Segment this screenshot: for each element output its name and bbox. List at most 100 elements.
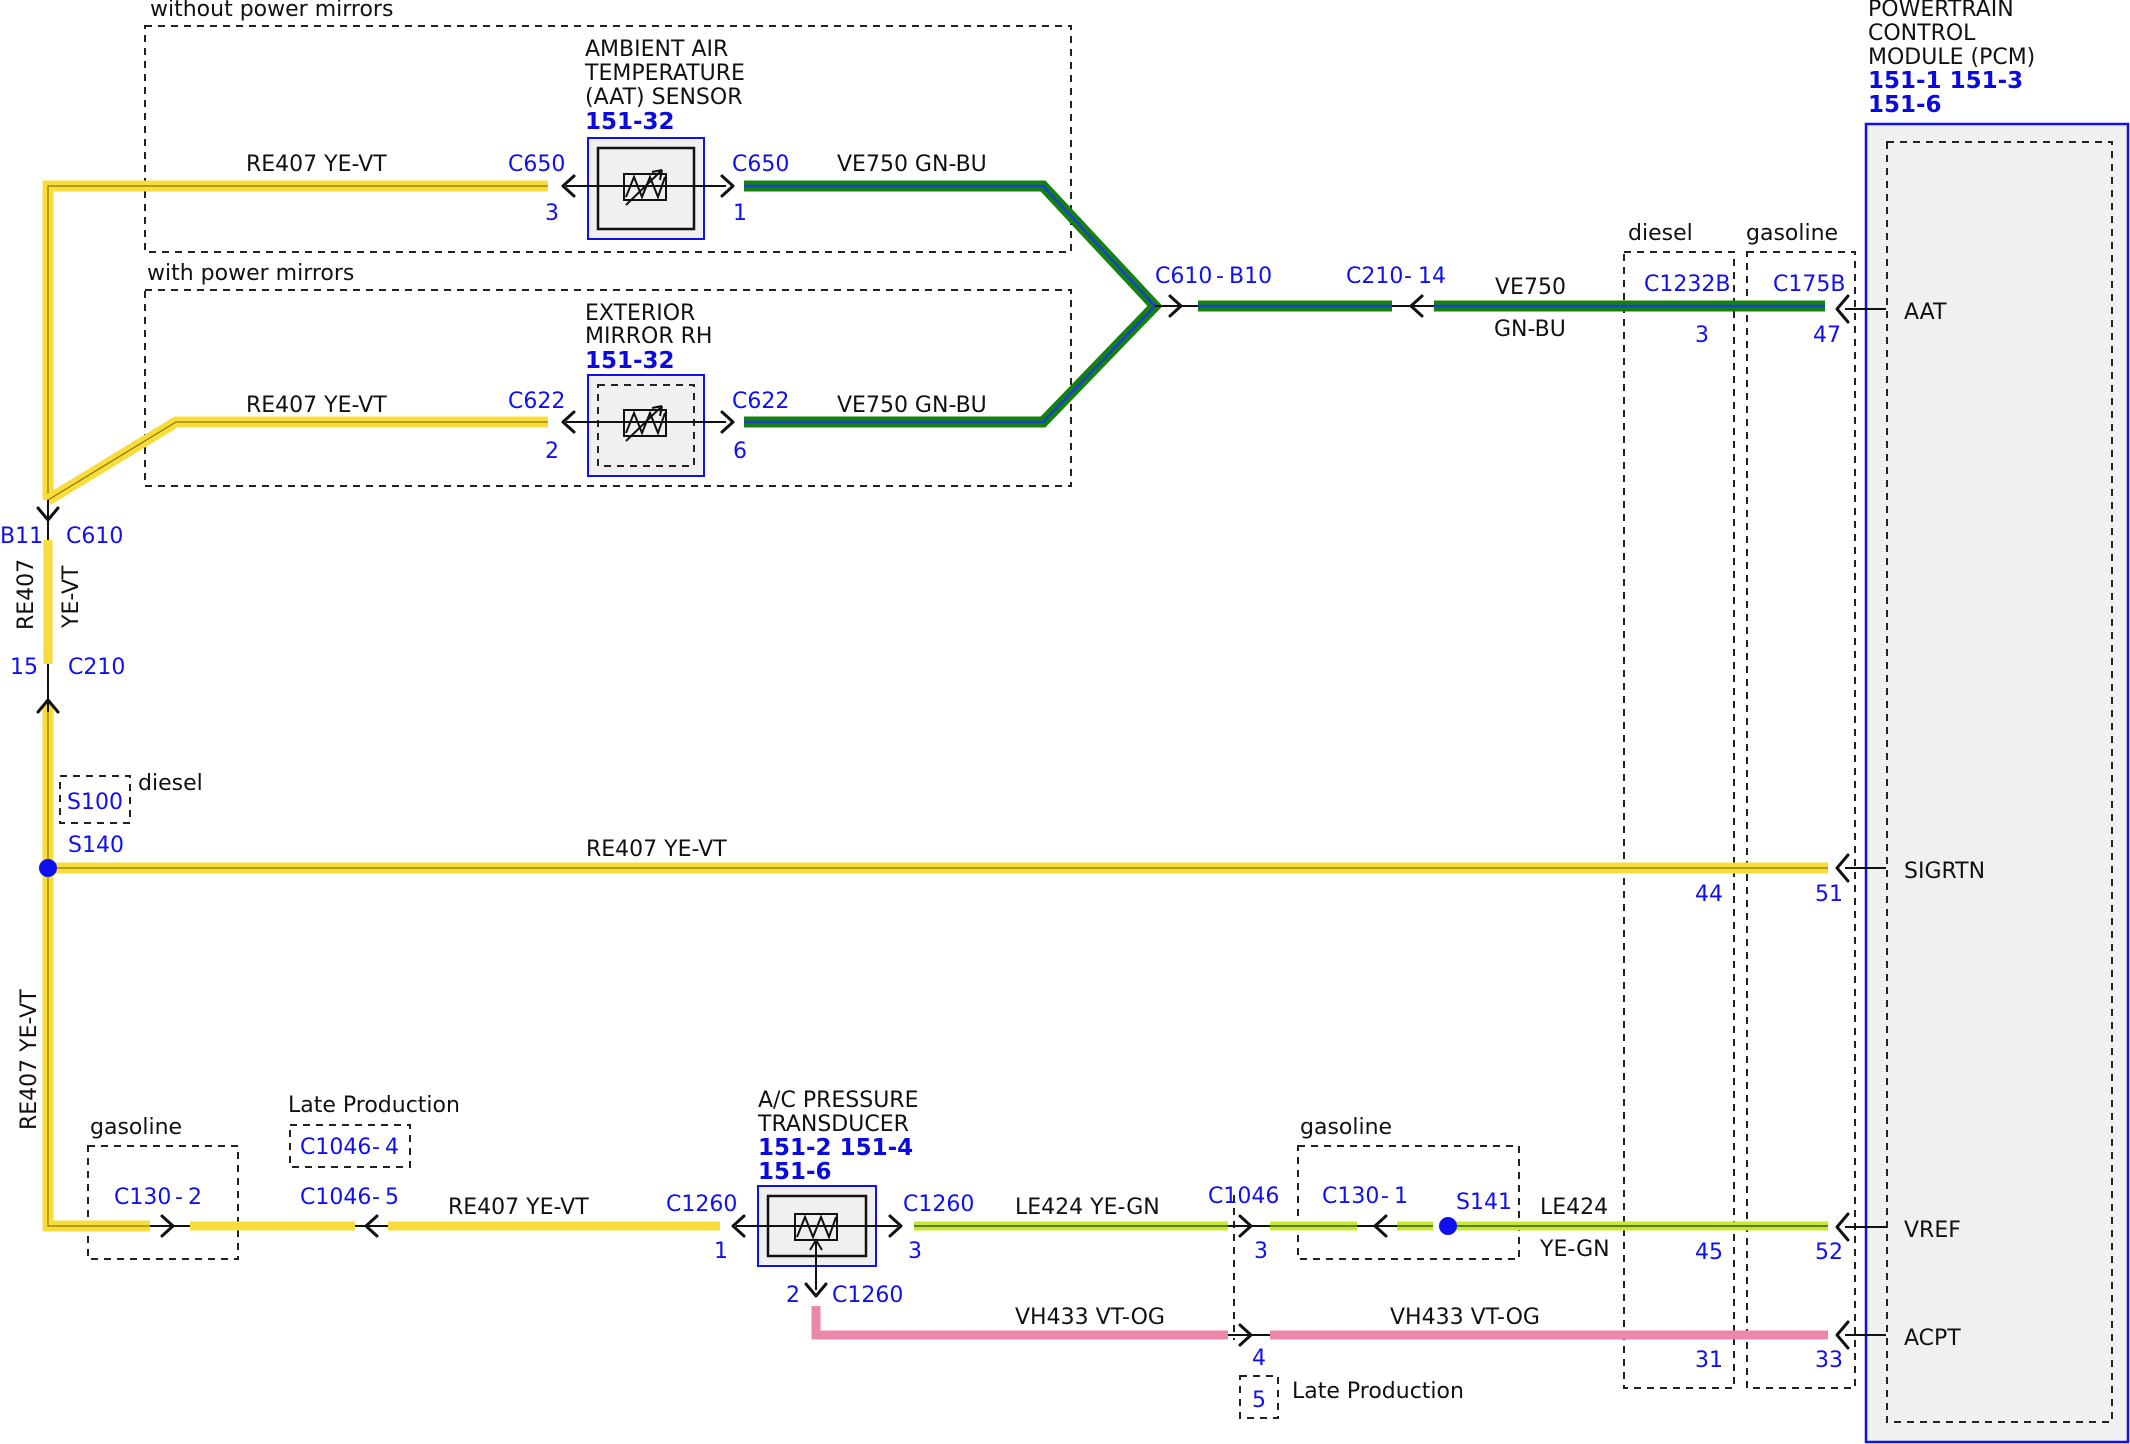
pcm-pin-acpt: ACPT: [1904, 1326, 1961, 1351]
c1260-bottom-label[interactable]: C1260: [832, 1283, 903, 1308]
c1046-5-pin: 5: [385, 1185, 399, 1210]
pin44-label: 44: [1695, 882, 1723, 907]
wire-label-re407-sigrtn: RE407 YE-VT: [586, 837, 727, 862]
late-production-label: Late Production: [288, 1093, 460, 1118]
c1046-5-dash: -: [372, 1185, 380, 1210]
diesel-option-box: [1623, 251, 1735, 1389]
c130-1-dash: -: [1381, 1184, 1389, 1209]
c210-14-pin: 14: [1418, 264, 1446, 289]
wire-label-vh433-left: VH433 VT-OG: [1015, 1305, 1165, 1330]
c130-2-pin: 2: [188, 1185, 202, 1210]
c175b-pin-aat: 47: [1813, 323, 1841, 348]
late-production-pin5: 5: [1252, 1388, 1266, 1413]
pin33-label: 33: [1815, 1348, 1843, 1373]
pcm-name-line1: POWERTRAIN: [1868, 0, 2014, 22]
s100-diesel-label: diesel: [138, 771, 203, 796]
aat-sensor[interactable]: [566, 137, 726, 240]
wire-label-re407-top: RE407 YE-VT: [246, 152, 387, 177]
with-power-mirrors-label: with power mirrors: [147, 261, 354, 286]
c1046-pin4: 4: [1252, 1346, 1266, 1371]
wire-label-re407-lower-vertical: RE407 YE-VT: [17, 989, 42, 1130]
c1046-4-conn[interactable]: C1046: [300, 1135, 371, 1160]
wire-label-vh433-right: VH433 VT-OG: [1390, 1305, 1540, 1330]
pcm-name-line2: CONTROL: [1868, 21, 1976, 46]
without-power-mirrors-label: without power mirrors: [150, 0, 393, 22]
c622-left-pin: 2: [545, 439, 559, 464]
pcm-name-line3: MODULE (PCM): [1868, 45, 2035, 70]
c175b-label[interactable]: C175B: [1773, 272, 1845, 297]
wire-label-ve750-color: GN-BU: [1494, 317, 1566, 342]
splice-s140[interactable]: [39, 859, 57, 877]
pcm-ref-line1[interactable]: 151-1 151-3: [1868, 68, 2023, 94]
c610-b10-conn[interactable]: C610: [1155, 264, 1212, 289]
c1260-bottom-pin: 2: [786, 1283, 800, 1308]
pin51-label: 51: [1815, 882, 1843, 907]
ac-transducer-ref-line1[interactable]: 151-2 151-4: [758, 1135, 913, 1161]
wiring-diagram: without power mirrors with power mirrors…: [0, 0, 2130, 1444]
gasoline-option-label: gasoline: [1746, 221, 1838, 246]
c610-b10-pin: B10: [1229, 264, 1272, 289]
wire-label-re407-mirror: RE407 YE-VT: [246, 393, 387, 418]
wire-label-le424-code: LE424: [1540, 1195, 1608, 1220]
c1260-right-label[interactable]: C1260: [903, 1192, 974, 1217]
c650-right-label[interactable]: C650: [732, 152, 789, 177]
pin45-label: 45: [1695, 1240, 1723, 1265]
pin31-label: 31: [1695, 1348, 1723, 1373]
c130-2-dash: -: [175, 1185, 183, 1210]
c650-left-label[interactable]: C650: [508, 152, 565, 177]
wire-label-ve750-mirror: VE750 GN-BU: [837, 393, 987, 418]
c1046-pin3: 3: [1254, 1239, 1268, 1264]
wire-label-re407-vertical-code: RE407: [14, 559, 39, 630]
s100-label: S100: [67, 790, 123, 815]
wire-label-le424-left: LE424 YE-GN: [1015, 1195, 1160, 1220]
c1046-4-dash: -: [372, 1135, 380, 1160]
aat-sensor-ref[interactable]: 151-32: [585, 109, 675, 135]
pcm-pin-aat: AAT: [1904, 300, 1947, 325]
c130-1-conn[interactable]: C130: [1322, 1184, 1379, 1209]
wire-label-ve750-top: VE750 GN-BU: [837, 152, 987, 177]
c130-2-conn[interactable]: C130: [114, 1185, 171, 1210]
aat-sensor-name-line2: TEMPERATURE: [584, 61, 745, 86]
pin52-label: 52: [1815, 1240, 1843, 1265]
wire-vh433: [811, 1306, 1828, 1340]
c1046-label[interactable]: C1046: [1208, 1184, 1279, 1209]
c1260-left-pin: 1: [714, 1239, 728, 1264]
s140-label[interactable]: S140: [68, 833, 124, 858]
c1260-left-label[interactable]: C1260: [666, 1192, 737, 1217]
wire-label-ve750-code: VE750: [1495, 275, 1566, 300]
c622-left-label[interactable]: C622: [508, 389, 565, 414]
wire-label-le424-color: YE-GN: [1539, 1237, 1610, 1262]
c610-b10-dash: -: [1216, 264, 1224, 289]
wire-label-re407-bottom: RE407 YE-VT: [448, 1195, 589, 1220]
c1260-right-pin: 3: [908, 1239, 922, 1264]
c1046-4-pin: 4: [385, 1135, 399, 1160]
c210-14-dash: -: [1404, 264, 1412, 289]
s141-label[interactable]: S141: [1456, 1190, 1512, 1215]
pcm-ref-line2[interactable]: 151-6: [1868, 92, 1942, 118]
splice-s141[interactable]: [1439, 1217, 1457, 1235]
ac-transducer-name-line1: A/C PRESSURE: [758, 1088, 919, 1113]
aat-sensor-name-line3: (AAT) SENSOR: [585, 85, 743, 110]
c210-label[interactable]: C210: [68, 655, 125, 680]
c130-1-pin: 1: [1394, 1184, 1408, 1209]
c210-14-conn[interactable]: C210: [1346, 264, 1403, 289]
c1046-5-conn[interactable]: C1046: [300, 1185, 371, 1210]
c622-right-label[interactable]: C622: [732, 389, 789, 414]
c1232b-pin-aat: 3: [1695, 323, 1709, 348]
wire-re407-vertical-lower: [42, 704, 150, 1232]
b11-label: B11: [0, 524, 43, 549]
c610-label[interactable]: C610: [66, 524, 123, 549]
diesel-option-label: diesel: [1628, 221, 1693, 246]
wire-re407-mirror: [45, 416, 548, 505]
pin15-label: 15: [10, 655, 38, 680]
exterior-mirror-rh[interactable]: [566, 374, 726, 477]
c1232b-label[interactable]: C1232B: [1644, 272, 1730, 297]
ac-pressure-transducer[interactable]: [736, 1185, 898, 1290]
ac-transducer-name-line2: TRANSDUCER: [757, 1112, 909, 1137]
c650-right-pin: 1: [733, 201, 747, 226]
c650-left-pin: 3: [545, 201, 559, 226]
mirror-ref[interactable]: 151-32: [585, 348, 675, 374]
pcm-pin-sigrtn: SIGRTN: [1904, 859, 1985, 884]
ac-transducer-ref-line2[interactable]: 151-6: [758, 1159, 832, 1185]
late-production-label-2: Late Production: [1292, 1379, 1464, 1404]
